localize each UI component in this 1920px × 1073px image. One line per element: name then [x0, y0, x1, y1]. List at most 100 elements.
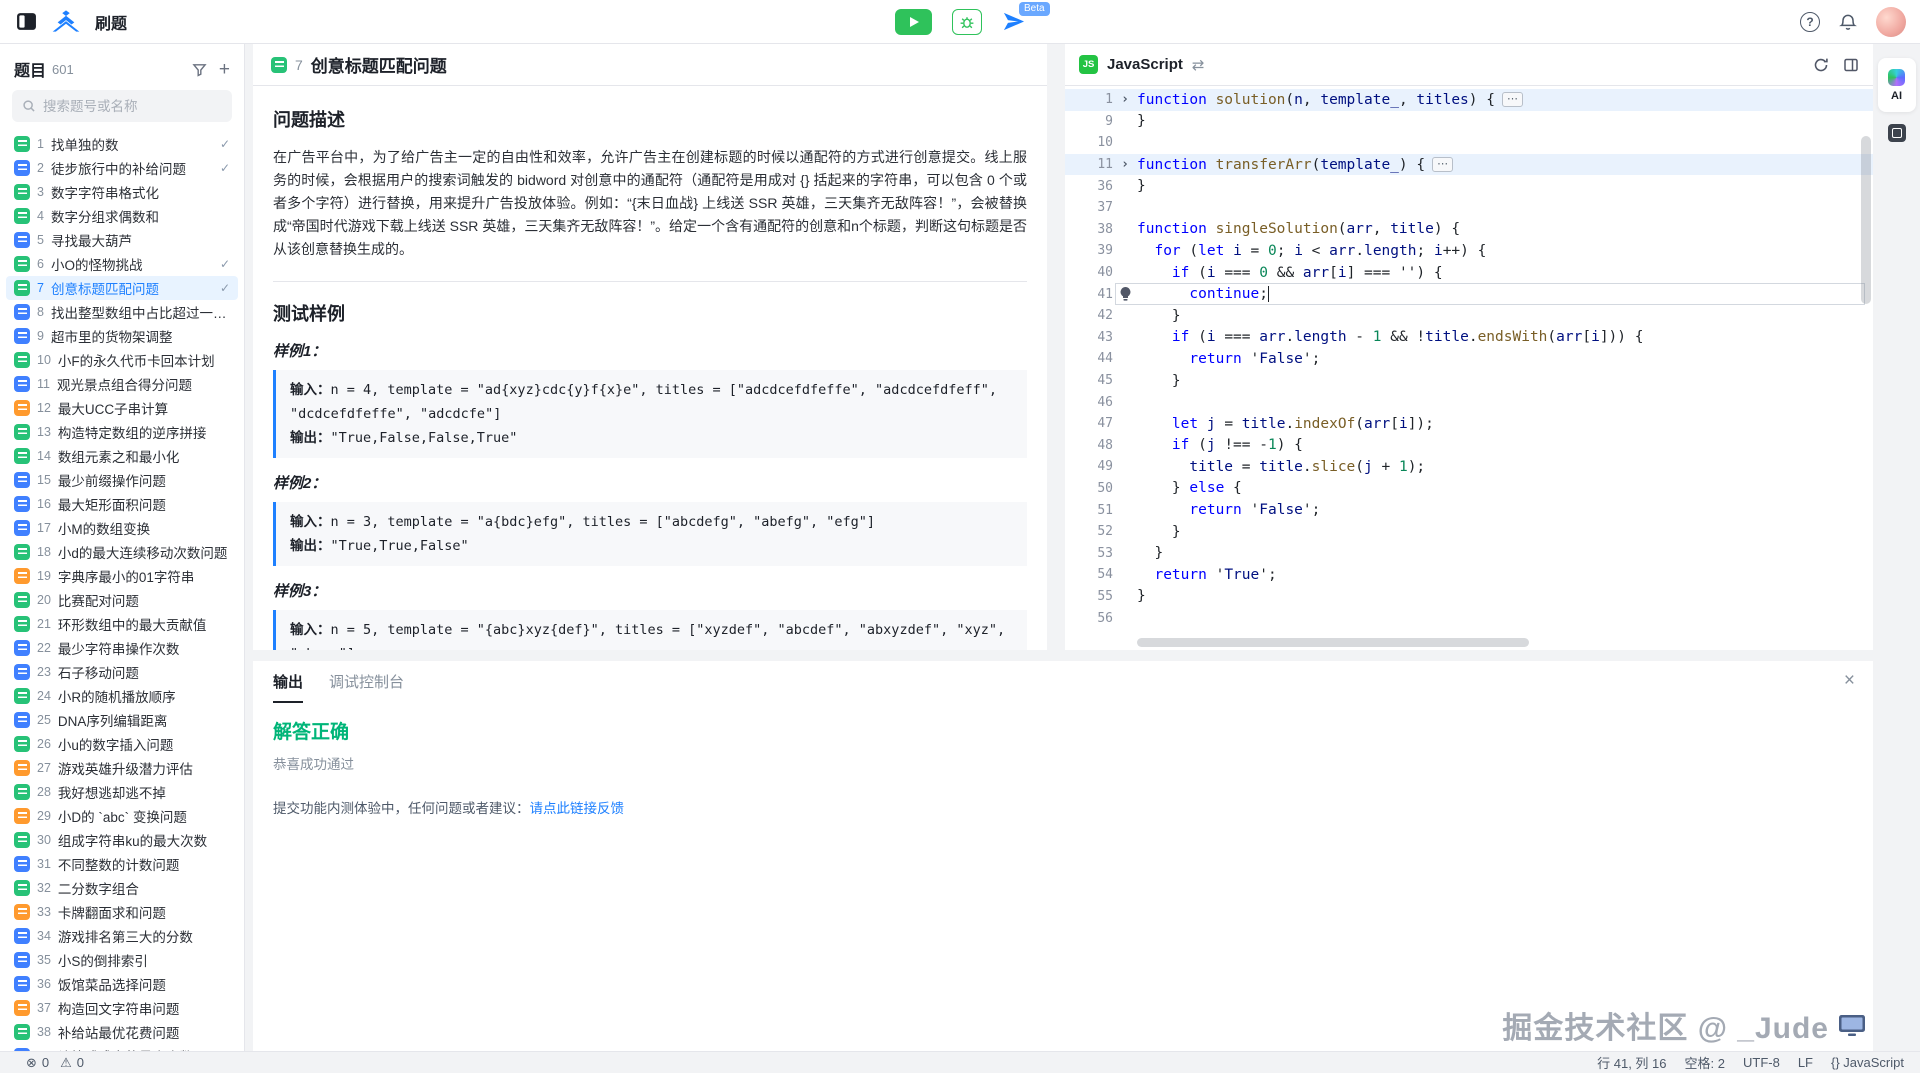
search-input[interactable]	[43, 99, 222, 114]
vertical-scrollbar[interactable]	[1861, 132, 1871, 634]
problem-list-item[interactable]: 19字典序最小的01字符串	[6, 564, 238, 588]
code-line[interactable]: 47 let j = title.indexOf(arr[i]);	[1065, 413, 1873, 435]
reset-code-icon[interactable]	[1813, 57, 1829, 73]
debug-button[interactable]	[952, 9, 982, 35]
problem-list-item[interactable]: 25DNA序列编辑距离	[6, 708, 238, 732]
problem-list-item[interactable]: 21环形数组中的最大贡献值	[6, 612, 238, 636]
language-mode[interactable]: {} JavaScript	[1831, 1055, 1904, 1070]
split-editor-icon[interactable]	[1843, 57, 1859, 73]
code-line[interactable]: 11›function transferArr(template_) {⋯	[1065, 154, 1873, 176]
run-button[interactable]	[895, 9, 932, 35]
problem-list-item[interactable]: 14数组元素之和最小化	[6, 444, 238, 468]
code-line[interactable]: 1›function solution(n, template_, titles…	[1065, 89, 1873, 111]
sidebar-toggle-icon[interactable]	[16, 11, 37, 32]
problem-list-item[interactable]: 7创意标题匹配问题✓	[6, 276, 238, 300]
filter-icon[interactable]	[192, 62, 207, 77]
problem-list-item[interactable]: 27游戏英雄升级潜力评估	[6, 756, 238, 780]
problem-list-item[interactable]: 1找单独的数✓	[6, 132, 238, 156]
problem-list-item[interactable]: 35小S的倒排索引	[6, 948, 238, 972]
code-line[interactable]: 10	[1065, 132, 1873, 154]
problem-list-item[interactable]: 4数字分组求偶数和	[6, 204, 238, 228]
close-icon[interactable]: ×	[1844, 671, 1855, 690]
code-line[interactable]: 39 for (let i = 0; i < arr.length; i++) …	[1065, 240, 1873, 262]
code-line[interactable]: 38function singleSolution(arr, title) {	[1065, 219, 1873, 241]
horizontal-scrollbar-thumb[interactable]	[1137, 638, 1529, 647]
add-icon[interactable]: +	[219, 60, 230, 79]
code-line[interactable]: 41 continue;	[1065, 283, 1873, 305]
problem-list-item[interactable]: 10小F的永久代币卡回本计划	[6, 348, 238, 372]
problem-list-item[interactable]: 29小D的 `abc` 变换问题	[6, 804, 238, 828]
problem-list-item[interactable]: 33卡牌翻面求和问题	[6, 900, 238, 924]
eol-setting[interactable]: LF	[1798, 1055, 1813, 1070]
code-line[interactable]: 43 if (i === arr.length - 1 && !title.en…	[1065, 327, 1873, 349]
code-line[interactable]: 40 if (i === 0 && arr[i] === '') {	[1065, 262, 1873, 284]
fold-chevron-icon[interactable]: ›	[1121, 157, 1129, 172]
cursor-position[interactable]: 行 41, 列 16	[1597, 1053, 1666, 1072]
problem-list-item[interactable]: 39让算式成立的最小步数	[6, 1044, 238, 1051]
problem-list-item[interactable]: 26小u的数字插入问题	[6, 732, 238, 756]
code-line[interactable]: 46	[1065, 391, 1873, 413]
widgets-icon[interactable]	[1888, 124, 1906, 142]
code-line[interactable]: 44 return 'False';	[1065, 348, 1873, 370]
problem-list-item[interactable]: 28我好想逃却逃不掉	[6, 780, 238, 804]
code-line[interactable]: 36}	[1065, 175, 1873, 197]
code-line[interactable]: 50 } else {	[1065, 478, 1873, 500]
code-line[interactable]: 37	[1065, 197, 1873, 219]
problem-list-item[interactable]: 8找出整型数组中占比超过一半的数	[6, 300, 238, 324]
code-line[interactable]: 49 title = title.slice(j + 1);	[1065, 456, 1873, 478]
problem-list-item[interactable]: 17小M的数组变换	[6, 516, 238, 540]
problem-list-item[interactable]: 22最少字符串操作次数	[6, 636, 238, 660]
indent-setting[interactable]: 空格: 2	[1685, 1053, 1725, 1072]
problem-list-item[interactable]: 30组成字符串ku的最大次数	[6, 828, 238, 852]
problem-list-item[interactable]: 18小d的最大连续移动次数问题	[6, 540, 238, 564]
notifications-icon[interactable]	[1838, 12, 1858, 32]
feedback-link[interactable]: 请点此链接反馈	[530, 801, 625, 816]
horizontal-scrollbar[interactable]	[1137, 638, 1853, 647]
problem-list-item[interactable]: 36饭馆菜品选择问题	[6, 972, 238, 996]
code-area[interactable]: 1›function solution(n, template_, titles…	[1065, 86, 1873, 650]
user-avatar[interactable]	[1876, 7, 1906, 37]
code-line[interactable]: 42 }	[1065, 305, 1873, 327]
code-line[interactable]: 53 }	[1065, 542, 1873, 564]
encoding-setting[interactable]: UTF-8	[1743, 1055, 1780, 1070]
fold-ellipsis-badge[interactable]: ⋯	[1502, 92, 1523, 107]
problem-list-item[interactable]: 31不同整数的计数问题	[6, 852, 238, 876]
problem-list-item[interactable]: 23石子移动问题	[6, 660, 238, 684]
problem-list-item[interactable]: 15最少前缀操作问题	[6, 468, 238, 492]
tab-output[interactable]: 输出	[273, 661, 303, 703]
submit-button[interactable]: Beta	[1002, 10, 1025, 33]
code-line[interactable]: 51 return 'False';	[1065, 499, 1873, 521]
problem-list-item[interactable]: 11观光景点组合得分问题	[6, 372, 238, 396]
problem-list-item[interactable]: 12最大UCC子串计算	[6, 396, 238, 420]
juejin-logo-icon[interactable]	[51, 10, 81, 34]
fold-ellipsis-badge[interactable]: ⋯	[1432, 157, 1453, 172]
problem-list-item[interactable]: 20比赛配对问题	[6, 588, 238, 612]
code-line[interactable]: 52 }	[1065, 521, 1873, 543]
lightbulb-icon[interactable]	[1120, 287, 1131, 301]
problem-list-item[interactable]: 5寻找最大葫芦	[6, 228, 238, 252]
problem-list-item[interactable]: 3数字字符串格式化	[6, 180, 238, 204]
tab-debug-console[interactable]: 调试控制台	[329, 661, 404, 703]
vertical-scrollbar-thumb[interactable]	[1861, 136, 1871, 304]
problems-indicator[interactable]: ⊗ 0 ⚠ 0	[26, 1055, 84, 1071]
switch-language-icon[interactable]: ⇄	[1192, 56, 1205, 74]
code-line[interactable]: 9}	[1065, 111, 1873, 133]
code-line[interactable]: 56	[1065, 607, 1873, 629]
problem-list-item[interactable]: 37构造回文字符串问题	[6, 996, 238, 1020]
problem-list-item[interactable]: 9超市里的货物架调整	[6, 324, 238, 348]
problem-list-item[interactable]: 6小O的怪物挑战✓	[6, 252, 238, 276]
help-icon[interactable]: ?	[1800, 12, 1820, 32]
code-line[interactable]: 54 return 'True';	[1065, 564, 1873, 586]
search-box[interactable]	[12, 90, 232, 122]
problem-list-item[interactable]: 2徒步旅行中的补给问题✓	[6, 156, 238, 180]
code-line[interactable]: 45 }	[1065, 370, 1873, 392]
code-line[interactable]: 55}	[1065, 586, 1873, 608]
problem-list-item[interactable]: 13构造特定数组的逆序拼接	[6, 420, 238, 444]
problem-list-item[interactable]: 38补给站最优花费问题	[6, 1020, 238, 1044]
problem-list-item[interactable]: 32二分数字组合	[6, 876, 238, 900]
problem-list-item[interactable]: 24小R的随机播放顺序	[6, 684, 238, 708]
code-line[interactable]: 48 if (j !== -1) {	[1065, 435, 1873, 457]
ai-assistant-button[interactable]: AI	[1878, 58, 1916, 112]
problem-list-item[interactable]: 34游戏排名第三大的分数	[6, 924, 238, 948]
problem-list-item[interactable]: 16最大矩形面积问题	[6, 492, 238, 516]
